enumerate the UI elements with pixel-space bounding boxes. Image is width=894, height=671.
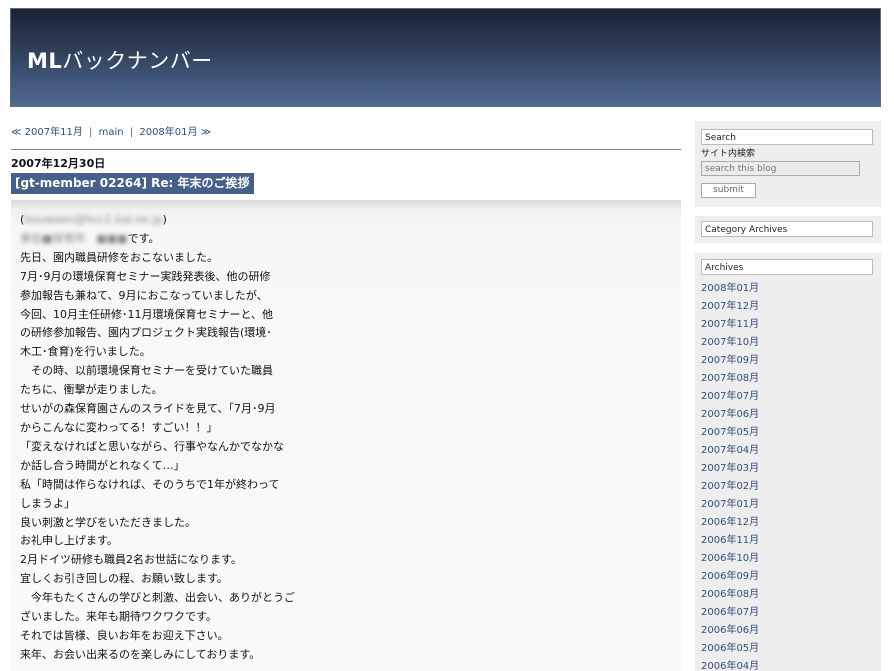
archive-item: 2007年04月 xyxy=(701,442,759,460)
category-archives-label: Category Archives xyxy=(701,221,873,237)
body-line: 今回、10月主任研修･11月環境保育セミナーと、他 xyxy=(20,307,274,321)
archive-link[interactable]: 2007年12月 xyxy=(701,301,759,312)
prev-month-link[interactable]: 2007年11月 xyxy=(25,127,83,138)
archive-link[interactable]: 2006年07月 xyxy=(701,607,759,618)
body-line: 来年、お会い出来るのを楽しみにしております。 xyxy=(20,647,261,661)
archive-item: 2006年12月 xyxy=(701,514,759,532)
body-line: 木工･食育)を行いました。 xyxy=(20,345,151,359)
archive-item: 2007年01月 xyxy=(701,496,759,514)
archive-item: 2006年10月 xyxy=(701,550,759,568)
body-line-email: (bouwaen@hcc1.bai.ne.jp) xyxy=(20,213,167,226)
category-archives-box: Category Archives xyxy=(695,216,881,243)
search-input[interactable] xyxy=(701,161,860,176)
entry-title[interactable]: [gt-member 02264] Re: 年末のご挨拶 xyxy=(11,173,254,194)
entry-date: 2007年12月30日 xyxy=(11,157,106,170)
archive-item: 2006年06月 xyxy=(701,622,759,640)
submit-button[interactable]: submit xyxy=(701,183,756,198)
content-divider xyxy=(11,149,681,150)
archive-item: 2007年06月 xyxy=(701,406,759,424)
body-line: その時、以前環境保育セミナーを受けていた職員 xyxy=(20,364,273,378)
archive-item: 2007年12月 xyxy=(701,298,759,316)
archive-link[interactable]: 2006年10月 xyxy=(701,553,759,564)
body-line: 今年もたくさんの学びと刺激、出会い、ありがとうご xyxy=(20,591,295,605)
archive-item: 2006年07月 xyxy=(701,604,759,622)
body-line: 2月ドイツ研修も職員2名お世話になります。 xyxy=(20,553,242,567)
search-sub-label: サイト内検索 xyxy=(701,149,756,159)
site-header: MLバックナンバー xyxy=(10,8,881,107)
archive-item: 2007年07月 xyxy=(701,388,759,406)
body-line: 良い刺激と学びをいただきました。 xyxy=(20,515,196,529)
body-line: たちに、衝撃が走りました。 xyxy=(20,383,163,397)
archive-link[interactable]: 2007年10月 xyxy=(701,337,759,348)
archive-item: 2008年01月 xyxy=(701,280,759,298)
nav-separator: | xyxy=(129,127,134,138)
redacted-email: bouwaen@hcc1.bai.ne.jp xyxy=(24,213,163,226)
archive-list: 2008年01月 2007年12月 2007年11月 2007年10月 2007… xyxy=(701,280,759,671)
body-line: か話し合う時間がとれなくて…」 xyxy=(20,458,185,472)
body-line: せいがの森保育園さんのスライドを見て、「7月･9月 xyxy=(20,402,276,416)
site-title[interactable]: MLバックナンバー xyxy=(27,45,213,75)
archive-link[interactable]: 2006年11月 xyxy=(701,535,759,546)
archive-link[interactable]: 2007年02月 xyxy=(701,481,759,492)
next-arrow-icon: ≫ xyxy=(200,127,212,138)
body-line: 私「時間は作らなければ、そのうちで1年が終わって xyxy=(20,477,280,491)
archive-item: 2006年09月 xyxy=(701,568,759,586)
body-line: 先日、園内職員研修をおこないました。 xyxy=(20,250,218,264)
body-line-name: 東伯■保育所 ■■■です。 xyxy=(20,231,160,245)
archive-item: 2007年03月 xyxy=(701,460,759,478)
archive-item: 2006年08月 xyxy=(701,586,759,604)
archive-link[interactable]: 2006年05月 xyxy=(701,643,759,654)
archive-item: 2007年10月 xyxy=(701,334,759,352)
month-navigation: ≪ 2007年11月 | main | 2008年01月 ≫ xyxy=(11,123,211,138)
archive-item: 2007年05月 xyxy=(701,424,759,442)
page-inner: MLバックナンバー ≪ 2007年11月 | main | 2008年01月 ≫… xyxy=(0,0,894,671)
archive-link[interactable]: 2007年06月 xyxy=(701,409,759,420)
entry-body: (bouwaen@hcc1.bai.ne.jp) 東伯■保育所 ■■■です。 先… xyxy=(20,211,320,665)
site-title-rest[interactable]: バックナンバー xyxy=(62,49,213,73)
body-line: 「変えなければと思いながら、行事やなんかでなかな xyxy=(20,439,284,453)
archive-item: 2006年05月 xyxy=(701,640,759,658)
archive-link[interactable]: 2007年07月 xyxy=(701,391,759,402)
next-month-link[interactable]: 2008年01月 xyxy=(139,127,197,138)
main-link[interactable]: main xyxy=(99,127,124,138)
body-line: しまうよ」 xyxy=(20,496,75,510)
search-box-label: Search xyxy=(701,129,873,145)
body-line: お礼申し上げます。 xyxy=(20,534,118,548)
body-line: それでは皆様、良いお年をお迎え下さい。 xyxy=(20,628,229,642)
prev-arrow-icon: ≪ xyxy=(11,127,22,138)
archive-link[interactable]: 2007年04月 xyxy=(701,445,759,456)
site-title-ml[interactable]: ML xyxy=(27,49,62,73)
archive-link[interactable]: 2007年05月 xyxy=(701,427,759,438)
archive-link[interactable]: 2007年08月 xyxy=(701,373,759,384)
redacted-name: 東伯■保育所 ■■■ xyxy=(20,231,128,245)
body-line: 宜しくお引き回しの程、お願い致します。 xyxy=(20,572,228,586)
archive-link[interactable]: 2007年09月 xyxy=(701,355,759,366)
archive-item: 2006年11月 xyxy=(701,532,759,550)
archive-link[interactable]: 2008年01月 xyxy=(701,283,759,294)
nav-separator: | xyxy=(89,127,93,138)
archive-item: 2006年04月 xyxy=(701,658,759,671)
archive-link[interactable]: 2006年09月 xyxy=(701,571,759,582)
body-line: からこんなに変わってる！すごい！！」 xyxy=(20,420,218,434)
body-line: 参加報告も兼ねて、9月におこなっていましたが、 xyxy=(20,288,268,302)
archive-item: 2007年02月 xyxy=(701,478,759,496)
archive-link[interactable]: 2007年01月 xyxy=(701,499,759,510)
archives-label: Archives xyxy=(701,259,873,275)
archive-link[interactable]: 2006年08月 xyxy=(701,589,759,600)
archive-link[interactable]: 2006年12月 xyxy=(701,517,759,528)
archive-item: 2007年08月 xyxy=(701,370,759,388)
archive-link[interactable]: 2006年04月 xyxy=(701,661,759,671)
body-line: ざいました。来年も期待ワクワクです。 xyxy=(20,610,217,624)
body-line: 7月･9月の環境保育セミナー実践発表後、他の研修 xyxy=(20,269,271,283)
page: MLバックナンバー ≪ 2007年11月 | main | 2008年01月 ≫… xyxy=(0,0,894,671)
archive-link[interactable]: 2006年06月 xyxy=(701,625,759,636)
archive-item: 2007年11月 xyxy=(701,316,759,334)
archive-link[interactable]: 2007年03月 xyxy=(701,463,759,474)
body-line: の研修参加報告、園内プロジェクト実践報告(環境･ xyxy=(20,326,272,340)
search-box: Search サイト内検索 submit xyxy=(695,121,881,207)
archive-item: 2007年09月 xyxy=(701,352,759,370)
archive-link[interactable]: 2007年11月 xyxy=(701,319,759,330)
